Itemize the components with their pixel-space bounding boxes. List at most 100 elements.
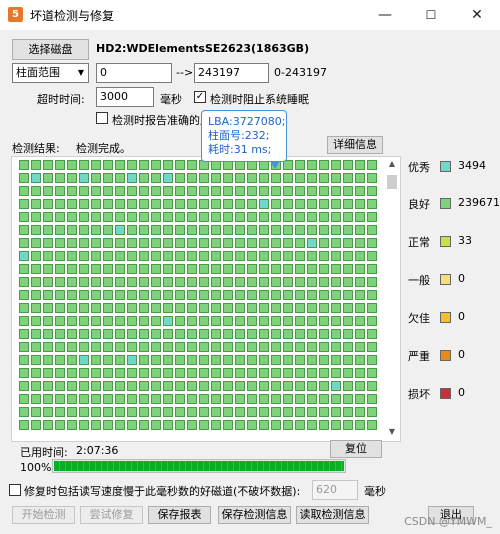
sector-cell[interactable] xyxy=(223,316,233,326)
sector-cell[interactable] xyxy=(211,173,221,183)
sector-cell[interactable] xyxy=(319,368,329,378)
sector-cell[interactable] xyxy=(283,342,293,352)
load-result-button[interactable]: 读取检测信息 xyxy=(296,506,369,524)
sector-cell[interactable] xyxy=(31,225,41,235)
sector-cell[interactable] xyxy=(367,290,377,300)
sector-cell[interactable] xyxy=(199,212,209,222)
sector-cell[interactable] xyxy=(151,355,161,365)
sector-cell[interactable] xyxy=(187,420,197,430)
sector-cell[interactable] xyxy=(223,212,233,222)
sector-cell[interactable] xyxy=(115,160,125,170)
reset-button[interactable]: 复位 xyxy=(330,440,382,458)
sector-cell[interactable] xyxy=(103,381,113,391)
sector-cell[interactable] xyxy=(367,303,377,313)
sector-cell[interactable] xyxy=(247,420,257,430)
sector-cell[interactable] xyxy=(355,303,365,313)
sector-cell[interactable] xyxy=(199,329,209,339)
sector-cell[interactable] xyxy=(355,368,365,378)
sector-cell[interactable] xyxy=(307,225,317,235)
sector-cell[interactable] xyxy=(163,290,173,300)
sector-cell[interactable] xyxy=(67,212,77,222)
sector-cell[interactable] xyxy=(331,394,341,404)
sector-cell[interactable] xyxy=(175,251,185,261)
sector-cell[interactable] xyxy=(19,407,29,417)
sector-cell[interactable] xyxy=(115,316,125,326)
scroll-down-icon[interactable]: ▼ xyxy=(386,427,398,439)
sector-cell[interactable] xyxy=(91,186,101,196)
sector-cell[interactable] xyxy=(115,225,125,235)
sector-cell[interactable] xyxy=(175,212,185,222)
sector-cell[interactable] xyxy=(187,290,197,300)
sector-cell[interactable] xyxy=(223,225,233,235)
sector-cell[interactable] xyxy=(115,264,125,274)
sector-cell[interactable] xyxy=(79,316,89,326)
sector-cell[interactable] xyxy=(139,264,149,274)
sector-cell[interactable] xyxy=(283,186,293,196)
sector-cell[interactable] xyxy=(163,316,173,326)
sector-cell[interactable] xyxy=(235,316,245,326)
sector-cell[interactable] xyxy=(355,238,365,248)
sector-cell[interactable] xyxy=(19,225,29,235)
sector-cell[interactable] xyxy=(115,303,125,313)
sector-cell[interactable] xyxy=(247,251,257,261)
sector-cell[interactable] xyxy=(355,394,365,404)
sector-cell[interactable] xyxy=(283,303,293,313)
sector-cell[interactable] xyxy=(43,420,53,430)
sector-cell[interactable] xyxy=(223,368,233,378)
sector-cell[interactable] xyxy=(115,173,125,183)
sector-cell[interactable] xyxy=(343,238,353,248)
sector-cell[interactable] xyxy=(115,238,125,248)
sector-cell[interactable] xyxy=(139,355,149,365)
prevent-sleep-checkbox[interactable]: ✓ xyxy=(194,91,206,103)
sector-cell[interactable] xyxy=(235,368,245,378)
sector-cell[interactable] xyxy=(343,316,353,326)
sector-cell[interactable] xyxy=(319,199,329,209)
sector-cell[interactable] xyxy=(343,303,353,313)
sector-cell[interactable] xyxy=(307,394,317,404)
sector-cell[interactable] xyxy=(331,238,341,248)
sector-cell[interactable] xyxy=(127,290,137,300)
sector-cell[interactable] xyxy=(19,368,29,378)
sector-cell[interactable] xyxy=(319,264,329,274)
sector-cell[interactable] xyxy=(151,329,161,339)
sector-cell[interactable] xyxy=(163,394,173,404)
sector-cell[interactable] xyxy=(103,225,113,235)
sector-cell[interactable] xyxy=(43,381,53,391)
sector-cell[interactable] xyxy=(55,342,65,352)
sector-cell[interactable] xyxy=(55,329,65,339)
sector-cell[interactable] xyxy=(115,290,125,300)
sector-cell[interactable] xyxy=(235,394,245,404)
sector-cell[interactable] xyxy=(91,394,101,404)
sector-cell[interactable] xyxy=(91,160,101,170)
sector-cell[interactable] xyxy=(127,251,137,261)
sector-cell[interactable] xyxy=(19,316,29,326)
sector-cell[interactable] xyxy=(343,186,353,196)
sector-cell[interactable] xyxy=(307,251,317,261)
sector-cell[interactable] xyxy=(367,329,377,339)
sector-cell[interactable] xyxy=(91,342,101,352)
sector-cell[interactable] xyxy=(319,407,329,417)
sector-cell[interactable] xyxy=(259,368,269,378)
sector-cell[interactable] xyxy=(319,251,329,261)
start-scan-button[interactable]: 开始检测 xyxy=(12,506,75,524)
sector-cell[interactable] xyxy=(139,290,149,300)
sector-cell[interactable] xyxy=(367,251,377,261)
sector-cell[interactable] xyxy=(367,160,377,170)
sector-cell[interactable] xyxy=(127,277,137,287)
sector-cell[interactable] xyxy=(223,420,233,430)
sector-cell[interactable] xyxy=(367,277,377,287)
sector-cell[interactable] xyxy=(103,277,113,287)
sector-cell[interactable] xyxy=(343,342,353,352)
sector-cell[interactable] xyxy=(199,342,209,352)
sector-cell[interactable] xyxy=(151,277,161,287)
sector-cell[interactable] xyxy=(19,212,29,222)
sector-cell[interactable] xyxy=(343,251,353,261)
sector-cell[interactable] xyxy=(31,212,41,222)
sector-cell[interactable] xyxy=(187,199,197,209)
sector-cell[interactable] xyxy=(343,394,353,404)
sector-cell[interactable] xyxy=(31,342,41,352)
sector-cell[interactable] xyxy=(127,381,137,391)
sector-cell[interactable] xyxy=(343,160,353,170)
sector-cell[interactable] xyxy=(55,225,65,235)
sector-cell[interactable] xyxy=(79,329,89,339)
